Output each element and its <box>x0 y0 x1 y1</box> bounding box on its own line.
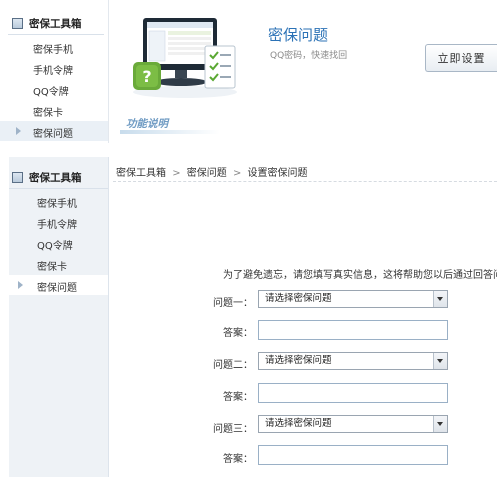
breadcrumb-current: 设置密保问题 <box>247 168 308 179</box>
setup-now-button[interactable]: 立即设置 <box>425 44 497 72</box>
question-3-label: 问题三： <box>213 424 253 435</box>
triangle-right-icon <box>18 281 23 289</box>
question-2-label: 问题二： <box>213 360 253 371</box>
sidebar-item-phone[interactable]: 密保手机 <box>37 195 77 210</box>
sidebar-item-card[interactable]: 密保卡 <box>33 104 63 119</box>
top-sidebar: 密保工具箱 密保手机 手机令牌 QQ令牌 密保卡 密保问题 <box>0 0 109 143</box>
book-icon <box>12 18 23 29</box>
monitor-illustration: ? <box>133 18 237 98</box>
sidebar-item-phone[interactable]: 密保手机 <box>33 41 73 56</box>
book-icon <box>12 172 23 183</box>
chevron-down-icon[interactable] <box>433 353 447 369</box>
sidebar-item-mobile-token[interactable]: 手机令牌 <box>37 216 77 231</box>
sidebar-item-mobile-token[interactable]: 手机令牌 <box>33 62 73 77</box>
question-1-select-value: 请选择密保问题 <box>265 293 332 304</box>
question-1-select[interactable]: 请选择密保问题 <box>258 290 448 308</box>
question-mark-icon: ? <box>133 62 161 90</box>
checklist-icon <box>204 45 236 89</box>
sidebar-item-question[interactable]: 密保问题 <box>37 279 77 294</box>
breadcrumb-separator: > <box>232 168 242 179</box>
answer-2-label: 答案： <box>223 392 253 403</box>
intro-clip: 为了避免遗忘，请您填写真实信息，这将帮助您以后通过回答问题 <box>223 266 497 280</box>
sidebar-item-question[interactable]: 密保问题 <box>33 125 73 140</box>
question-3-select[interactable]: 请选择密保问题 <box>258 415 448 433</box>
breadcrumb-divider <box>113 181 497 182</box>
answer-3-label: 答案： <box>223 454 253 465</box>
question-1-label: 问题一： <box>213 298 253 309</box>
divider <box>9 188 108 189</box>
question-2-select-value: 请选择密保问题 <box>265 355 332 366</box>
triangle-right-icon <box>16 127 21 135</box>
answer-1-label: 答案： <box>223 328 253 339</box>
answer-2-input[interactable] <box>258 383 448 403</box>
chevron-down-icon[interactable] <box>433 291 447 307</box>
breadcrumb-question-link[interactable]: 密保问题 <box>187 168 227 179</box>
function-description-label: 功能说明 <box>126 118 168 130</box>
answer-1-input[interactable] <box>258 320 448 340</box>
divider <box>8 34 104 35</box>
question-2-select[interactable]: 请选择密保问题 <box>258 352 448 370</box>
sidebar-item-card[interactable]: 密保卡 <box>37 258 67 273</box>
svg-text:?: ? <box>142 67 151 86</box>
function-description-underline <box>120 130 220 134</box>
page-title: 密保问题 <box>268 26 329 44</box>
intro-text: 为了避免遗忘，请您填写真实信息，这将帮助您以后通过回答问题 <box>223 270 497 280</box>
breadcrumb-separator: > <box>172 168 181 179</box>
answer-3-input[interactable] <box>258 445 448 465</box>
page-subtitle: QQ密码，快速找回 <box>270 51 348 61</box>
sidebar-item-qq-token[interactable]: QQ令牌 <box>33 83 69 98</box>
breadcrumb: 密保工具箱 > 密保问题 > 设置密保问题 <box>116 164 308 179</box>
sidebar-item-qq-token[interactable]: QQ令牌 <box>37 237 73 252</box>
breadcrumb-toolbox-link[interactable]: 密保工具箱 <box>116 168 166 179</box>
question-3-select-value: 请选择密保问题 <box>265 418 332 429</box>
chevron-down-icon[interactable] <box>433 416 447 432</box>
bottom-sidebar-header: 密保工具箱 <box>12 170 82 185</box>
bottom-sidebar-content: 密保工具箱 密保手机 手机令牌 QQ令牌 密保卡 密保问题 <box>0 157 108 477</box>
top-sidebar-header: 密保工具箱 <box>12 16 82 31</box>
